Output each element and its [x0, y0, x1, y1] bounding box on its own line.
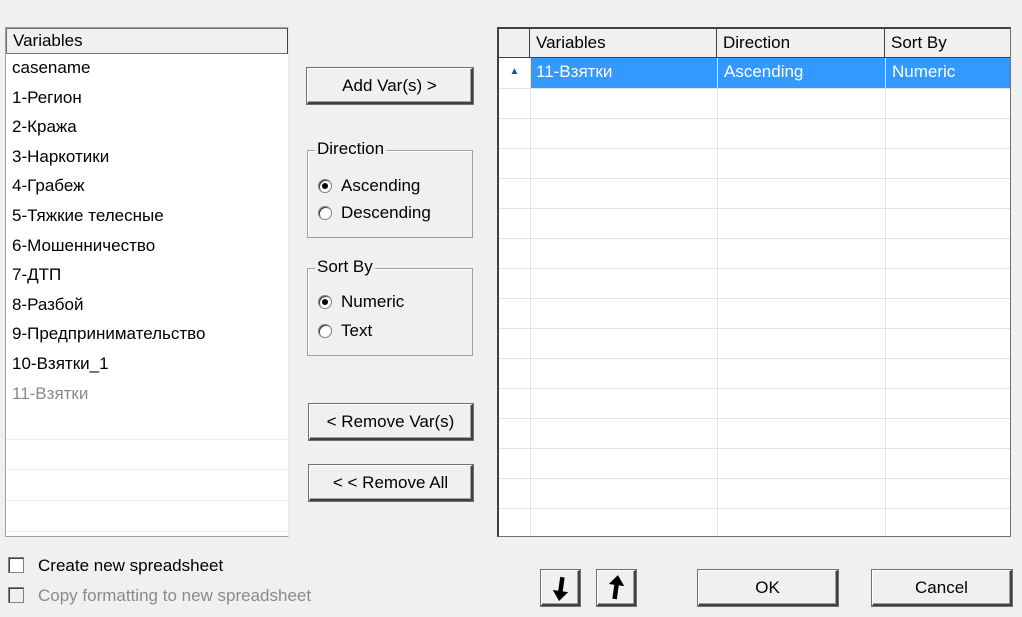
grid-cell-sortby[interactable]: Numeric — [885, 58, 1010, 88]
grid-cell-variable[interactable]: 11-Взятки — [530, 58, 717, 88]
variable-item-disabled: 11-Взятки — [12, 383, 89, 403]
sortby-numeric-label: Numeric — [341, 292, 405, 311]
variable-item[interactable]: 6-Мошенничество — [6, 232, 288, 262]
create-new-spreadsheet-label: Create new spreadsheet — [38, 556, 224, 575]
variable-item[interactable]: 2-Кража — [6, 113, 288, 143]
variable-item[interactable]: 4-Грабеж — [6, 172, 288, 202]
variable-item[interactable]: 1-Регион — [6, 84, 288, 114]
add-vars-button[interactable]: Add Var(s) > — [307, 68, 473, 104]
grid-line — [499, 88, 1010, 89]
sortby-text-option[interactable]: Text — [318, 319, 372, 343]
grid-line — [499, 508, 1010, 509]
direction-ascending-option[interactable]: Ascending — [318, 174, 420, 198]
grid-corner-header — [499, 29, 530, 58]
copy-formatting-option: Copy formatting to new spreadsheet — [8, 585, 311, 607]
grid-header-direction[interactable]: Direction — [717, 29, 885, 58]
sort-grid[interactable]: Variables Direction Sort By ▲ 11-Взятки … — [497, 27, 1011, 537]
grid-header-variables[interactable]: Variables — [530, 29, 717, 58]
grid-line — [499, 268, 1010, 269]
cancel-button[interactable]: Cancel — [872, 570, 1012, 606]
ok-button[interactable]: OK — [698, 570, 838, 606]
direction-descending-option[interactable]: Descending — [318, 201, 431, 225]
move-up-button[interactable] — [597, 570, 636, 606]
grid-line — [499, 178, 1010, 179]
grid-line — [885, 58, 886, 536]
direction-group-title: Direction — [315, 139, 387, 159]
empty-row — [6, 440, 288, 471]
grid-line — [499, 148, 1010, 149]
grid-cell-direction[interactable]: Ascending — [717, 58, 885, 88]
direction-ascending-label: Ascending — [341, 176, 421, 195]
variable-item[interactable]: 10-Взятки_1 — [6, 350, 288, 380]
direction-group: Direction Ascending Descending — [307, 139, 473, 238]
sortby-group: Sort By Numeric Text — [307, 257, 473, 356]
variable-item[interactable]: 9-Предпринимательство — [6, 320, 288, 350]
arrow-up-icon — [608, 575, 625, 600]
grid-line — [499, 358, 1010, 359]
arrow-down-icon — [552, 576, 569, 601]
radio-checked-icon[interactable] — [318, 178, 332, 193]
grid-line — [499, 118, 1010, 119]
variables-list-header[interactable]: Variables — [6, 28, 288, 54]
grid-line — [499, 388, 1010, 389]
move-down-button[interactable] — [541, 570, 580, 606]
copy-formatting-checkbox — [8, 586, 24, 603]
radio-unchecked-icon[interactable] — [318, 205, 332, 220]
variable-item[interactable]: casename — [6, 54, 288, 84]
grid-line — [499, 418, 1010, 419]
sortby-group-title: Sort By — [315, 257, 375, 277]
radio-checked-icon[interactable] — [318, 294, 332, 309]
remove-all-button[interactable]: < < Remove All — [309, 465, 473, 501]
variables-list[interactable]: Variables casename 1-Регион 2-Кража 3-На… — [5, 27, 289, 537]
grid-line — [530, 58, 531, 536]
grid-line — [499, 298, 1010, 299]
variable-item[interactable]: 5-Тяжкие телесные — [6, 202, 288, 232]
remove-vars-button[interactable]: < Remove Var(s) — [309, 404, 473, 440]
grid-line — [499, 448, 1010, 449]
variable-item[interactable]: 7-ДТП — [6, 261, 288, 291]
create-new-spreadsheet-checkbox[interactable] — [8, 556, 24, 573]
direction-descending-label: Descending — [341, 203, 431, 222]
grid-header-sortby[interactable]: Sort By — [885, 29, 1010, 58]
row-sort-ascending-icon[interactable]: ▲ — [499, 58, 530, 88]
grid-line — [499, 328, 1010, 329]
sortby-text-label: Text — [341, 321, 373, 340]
variable-item[interactable]: 8-Разбой — [6, 291, 288, 321]
empty-row — [6, 409, 288, 440]
create-new-spreadsheet-option[interactable]: Create new spreadsheet — [8, 555, 223, 577]
grid-line — [499, 478, 1010, 479]
empty-row — [6, 470, 288, 501]
copy-formatting-label: Copy formatting to new spreadsheet — [38, 586, 312, 605]
radio-unchecked-icon[interactable] — [318, 323, 332, 338]
grid-line — [499, 238, 1010, 239]
grid-line — [717, 58, 718, 536]
variable-item[interactable]: 3-Наркотики — [6, 143, 288, 173]
sortby-numeric-option[interactable]: Numeric — [318, 290, 404, 314]
empty-row — [6, 501, 288, 532]
grid-line — [499, 208, 1010, 209]
